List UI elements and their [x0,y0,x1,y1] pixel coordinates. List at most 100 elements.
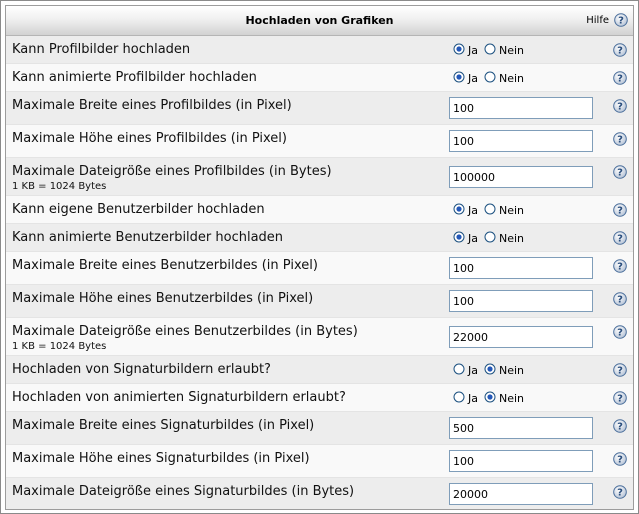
radio-yes-label[interactable]: Ja [468,364,478,377]
help-icon[interactable]: ? [613,42,627,57]
radio-yes-label[interactable]: Ja [468,392,478,405]
setting-row: Maximale Höhe eines Profilbildes (in Pix… [6,125,633,158]
radio-no[interactable] [484,231,496,246]
setting-note: 1 KB = 1024 Bytes [12,341,107,352]
panel-header: Hochladen von Grafiken Hilfe ? [6,6,633,36]
help-icon[interactable]: ? [613,70,627,85]
help-icon[interactable]: ? [613,451,627,466]
svg-text:?: ? [617,262,623,273]
svg-text:?: ? [617,168,623,179]
yes-no-radio-group: Ja Nein [453,71,530,86]
setting-row: Maximale Breite eines Profilbildes (in P… [6,92,633,125]
radio-yes-label[interactable]: Ja [468,72,478,85]
settings-panel: Hochladen von Grafiken Hilfe ? Kann Prof… [5,5,634,510]
help-icon[interactable]: ? [613,324,627,339]
help-icon[interactable]: ? [613,98,627,113]
setting-label: Hochladen von animierten Signaturbildern… [12,390,346,405]
radio-no-label[interactable]: Nein [499,392,524,405]
help-icon[interactable]: ? [614,12,628,27]
settings-list: Kann Profilbilder hochladen Ja Nein? Kann a… [6,36,633,509]
svg-text:?: ? [617,455,623,466]
setting-row: Maximale Dateigröße eines Signaturbildes… [6,478,633,509]
radio-yes[interactable] [453,203,465,218]
settings-window: Hochladen von Grafiken Hilfe ? Kann Prof… [0,0,639,514]
radio-yes[interactable] [453,391,465,406]
setting-label: Kann animierte Profilbilder hochladen [12,70,257,85]
radio-no-label[interactable]: Nein [499,44,524,57]
setting-row: Hochladen von Signaturbildern erlaubt? Ja… [6,356,633,384]
setting-label: Maximale Breite eines Benutzerbildes (in… [12,258,318,273]
radio-no[interactable] [484,391,496,406]
setting-row: Maximale Höhe eines Signaturbildes (in P… [6,445,633,478]
setting-label: Hochladen von Signaturbildern erlaubt? [12,362,271,377]
help-icon[interactable]: ? [613,202,627,217]
setting-value-input[interactable] [449,326,593,348]
setting-row: Maximale Breite eines Benutzerbildes (in… [6,252,633,285]
setting-label: Maximale Breite eines Profilbildes (in P… [12,98,292,113]
radio-no-label[interactable]: Nein [499,204,524,217]
setting-label: Maximale Dateigröße eines Profilbildes (… [12,164,332,179]
svg-text:?: ? [618,16,624,27]
help-icon[interactable]: ? [613,362,627,377]
help-label[interactable]: Hilfe [586,15,609,26]
setting-label: Maximale Dateigröße eines Signaturbildes… [12,484,355,499]
setting-row: Kann animierte Profilbilder hochladen Ja N… [6,64,633,92]
setting-label: Maximale Höhe eines Signaturbildes (in P… [12,451,310,466]
setting-row: Kann eigene Benutzerbilder hochladen Ja Ne… [6,196,633,224]
panel-title: Hochladen von Grafiken [245,14,394,27]
radio-yes-label[interactable]: Ja [468,44,478,57]
setting-value-input[interactable] [449,166,593,188]
setting-note: 1 KB = 1024 Bytes [12,181,107,192]
svg-text:?: ? [617,74,623,85]
yes-no-radio-group: Ja Nein [453,43,530,58]
radio-yes[interactable] [453,231,465,246]
help-icon[interactable]: ? [613,131,627,146]
help-icon[interactable]: ? [613,484,627,499]
help-icon[interactable]: ? [613,258,627,273]
setting-label: Maximale Höhe eines Profilbildes (in Pix… [12,131,287,146]
svg-text:?: ? [617,295,623,306]
radio-yes[interactable] [453,71,465,86]
yes-no-radio-group: Ja Nein [453,203,530,218]
help-icon[interactable]: ? [613,230,627,245]
setting-label: Maximale Breite eines Signaturbildes (in… [12,418,315,433]
svg-text:?: ? [617,422,623,433]
svg-text:?: ? [617,394,623,405]
setting-row: Kann animierte Benutzerbilder hochladen J… [6,224,633,252]
svg-text:?: ? [617,366,623,377]
radio-yes-label[interactable]: Ja [468,232,478,245]
radio-no-label[interactable]: Nein [499,72,524,85]
setting-label: Maximale Höhe eines Benutzerbildes (in P… [12,291,314,306]
radio-yes[interactable] [453,363,465,378]
radio-no-label[interactable]: Nein [499,364,524,377]
help-icon[interactable]: ? [613,164,627,179]
svg-text:?: ? [617,46,623,57]
radio-no[interactable] [484,43,496,58]
setting-value-input[interactable] [449,417,593,439]
setting-value-input[interactable] [449,483,593,505]
radio-no[interactable] [484,71,496,86]
yes-no-radio-group: Ja Nein [453,363,530,378]
help-icon[interactable]: ? [613,291,627,306]
yes-no-radio-group: Ja Nein [453,231,530,246]
setting-value-input[interactable] [449,97,593,119]
svg-text:?: ? [617,206,623,217]
setting-label: Kann animierte Benutzerbilder hochladen [12,230,284,245]
setting-label: Kann eigene Benutzerbilder hochladen [12,202,265,217]
setting-row: Maximale Dateigröße eines Benutzerbildes… [6,318,633,356]
setting-value-input[interactable] [449,290,593,312]
setting-value-input[interactable] [449,257,593,279]
help-icon[interactable]: ? [613,390,627,405]
radio-no[interactable] [484,363,496,378]
setting-value-input[interactable] [449,450,593,472]
radio-no[interactable] [484,203,496,218]
yes-no-radio-group: Ja Nein [453,391,530,406]
setting-label: Maximale Dateigröße eines Benutzerbildes… [12,324,358,339]
radio-yes-label[interactable]: Ja [468,204,478,217]
svg-text:?: ? [617,102,623,113]
radio-no-label[interactable]: Nein [499,232,524,245]
radio-yes[interactable] [453,43,465,58]
setting-row: Hochladen von animierten Signaturbildern… [6,384,633,412]
setting-value-input[interactable] [449,130,593,152]
help-icon[interactable]: ? [613,418,627,433]
